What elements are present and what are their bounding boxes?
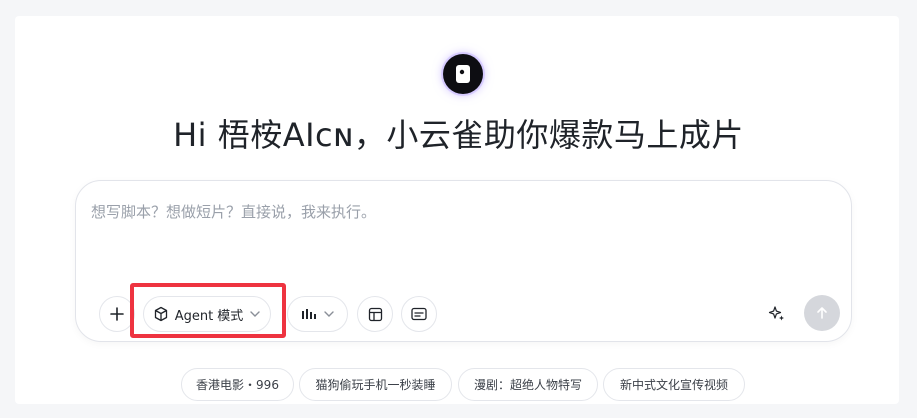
suggestion-chip[interactable]: 猫狗偷玩手机一秒装睡 [299,368,452,401]
suggestion-chip[interactable]: 香港电影・996 [181,368,294,401]
send-button[interactable] [804,295,840,331]
bar-chart-icon [301,309,316,319]
subtitle-icon [411,307,427,321]
subtitle-button[interactable] [401,296,437,332]
add-button[interactable] [99,296,135,332]
suggestion-chip[interactable]: 新中式文化宣传视频 [603,368,745,401]
chevron-down-icon [323,311,334,317]
suggestion-chip[interactable]: 漫剧：超绝人物特写 [458,368,598,401]
layout-icon [368,307,382,321]
layout-button[interactable] [357,296,393,332]
sparkle-button[interactable] [764,301,790,327]
prompt-input-placeholder[interactable]: 想写脚本？想做短片？直接说，我来执行。 [91,201,376,222]
agent-mode-dropdown[interactable]: Agent 模式 [143,296,271,332]
arrow-up-icon [817,307,827,319]
agent-mode-label: Agent 模式 [174,308,244,324]
prompt-input-box[interactable]: 想写脚本？想做短片？直接说，我来执行。 Agent 模式 [75,180,852,342]
cube-icon [154,306,167,322]
camera-logo-icon [443,54,483,94]
page-title: Hi 梧桉AIᴄɴ，小云雀助你爆款马上成片 [173,116,744,154]
plus-icon [110,307,124,321]
sparkle-icon [768,306,784,321]
ratio-dropdown[interactable] [287,296,348,332]
chevron-down-icon [250,311,261,317]
